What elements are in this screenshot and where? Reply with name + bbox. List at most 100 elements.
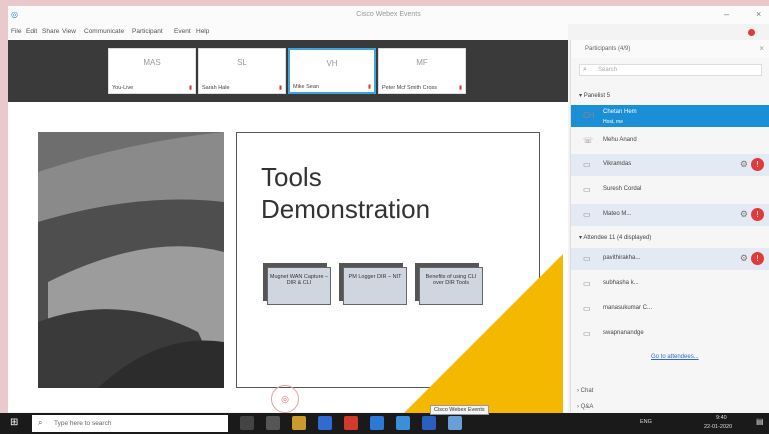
- windows-taskbar: ⊞ ⌕ Type here to search ENG 9:40 22-01-2…: [0, 413, 769, 434]
- participant-row[interactable]: ☏ Mehu Anand: [571, 130, 769, 152]
- slide-box: PM Logger DIR – NIT: [343, 267, 407, 305]
- attendee-row[interactable]: ▭ subhasha k...: [571, 273, 769, 295]
- attendee-row[interactable]: ▭ manasukumar C...: [571, 298, 769, 320]
- search-icon: ⌕: [583, 66, 587, 73]
- participant-row[interactable]: ▭ Suresh Cordal: [571, 179, 769, 201]
- minimize-icon[interactable]: –: [724, 9, 729, 19]
- slide-title-line2: Demonstration: [261, 194, 431, 224]
- video-icon: ▭: [583, 160, 591, 169]
- gear-icon[interactable]: ⚙: [740, 253, 748, 264]
- title-bar: ◎ Cisco Webex Events – ×: [8, 6, 769, 24]
- floating-control-icon[interactable]: ◎: [271, 385, 299, 413]
- windows-start-icon[interactable]: ⊞: [10, 417, 18, 428]
- content-stage: MAS You-Live ▮ SL Sarah Hale ▮ VH Mike S…: [8, 40, 568, 414]
- window-title: Cisco Webex Events: [356, 11, 421, 18]
- participant-name: manasukumar C...: [603, 305, 653, 311]
- raised-hand-icon[interactable]: !: [751, 252, 764, 265]
- task-view-icon[interactable]: [240, 416, 254, 430]
- tray-time[interactable]: 9:40: [716, 415, 727, 421]
- menu-bar: File Edit Share View Communicate Partici…: [8, 24, 568, 40]
- menu-participant[interactable]: Participant: [132, 28, 163, 35]
- browser-icon[interactable]: [344, 416, 358, 430]
- attendees-label: Attendee 11 (4 displayed): [583, 235, 652, 241]
- panelists-label: Panelist 5: [583, 93, 611, 99]
- participant-name: Vikramdas: [603, 161, 632, 167]
- tray-date[interactable]: 22-01-2020: [704, 424, 732, 430]
- raised-hand-icon[interactable]: !: [751, 158, 764, 171]
- participants-header: Participants (4/9) ×: [571, 40, 769, 58]
- search-icon: ⌕: [38, 418, 43, 427]
- tray-lang[interactable]: ENG: [640, 419, 652, 425]
- participants-panel: Participants (4/9) × ⌕ Search ▾ Panelist…: [570, 40, 769, 412]
- participants-title: Participants (4/9): [585, 46, 631, 52]
- menu-event[interactable]: Event: [174, 28, 191, 35]
- video-tile[interactable]: MAS You-Live ▮: [108, 48, 196, 94]
- slide-box: Mugnet WAN Capture – DIR & CLI: [267, 267, 331, 305]
- video-initials: MF: [416, 58, 428, 67]
- show-all-attendees-link[interactable]: Go to attendees...: [651, 354, 699, 360]
- slide-architecture-photo: [38, 132, 224, 388]
- gear-icon[interactable]: ⚙: [740, 159, 748, 170]
- taskbar-search[interactable]: ⌕ Type here to search: [32, 415, 228, 432]
- video-tile-active[interactable]: VH Mike Sean ▮: [288, 48, 376, 94]
- video-initials: VH: [326, 59, 338, 68]
- mail-icon[interactable]: [318, 416, 332, 430]
- webex-window: ◎ Cisco Webex Events – × File Edit Share…: [8, 6, 769, 414]
- panelists-section-label[interactable]: ▾ Panelist 5: [579, 92, 610, 99]
- video-icon: ▭: [583, 304, 591, 313]
- video-name: Mike Sean: [293, 84, 319, 90]
- slide-title: Tools Demonstration: [261, 161, 430, 225]
- avatar: CH: [583, 111, 595, 120]
- qa-panel-toggle[interactable]: › Q&A: [577, 404, 593, 410]
- taskbar-tooltip: Cisco Webex Events: [430, 405, 489, 415]
- video-icon: ▭: [583, 185, 591, 194]
- menu-help[interactable]: Help: [196, 28, 209, 35]
- video-name: You-Live: [112, 85, 134, 91]
- participant-row[interactable]: ▭ Mateo M... ⚙ !: [571, 204, 769, 226]
- attendees-section-label[interactable]: ▾ Attendee 11 (4 displayed): [579, 234, 651, 241]
- close-panel-icon[interactable]: ×: [759, 44, 764, 53]
- menu-edit[interactable]: Edit: [26, 28, 37, 35]
- menu-communicate[interactable]: Communicate: [84, 28, 124, 35]
- mic-icon: ▮: [188, 85, 192, 91]
- attendee-row[interactable]: ▭ pavithirakha... ⚙ !: [571, 248, 769, 270]
- webex-taskbar-icon[interactable]: [396, 416, 410, 430]
- participant-row[interactable]: ▭ Vikramdas ⚙ !: [571, 154, 769, 176]
- app-icon[interactable]: [448, 416, 462, 430]
- video-icon: ▭: [583, 329, 591, 338]
- chrome-icon[interactable]: [370, 416, 384, 430]
- participant-name: subhasha k...: [603, 280, 639, 286]
- participant-search-input[interactable]: ⌕ Search: [579, 64, 762, 76]
- slide-title-line1: Tools: [261, 162, 322, 192]
- participant-name: Mehu Anand: [603, 137, 637, 143]
- close-icon[interactable]: ×: [756, 9, 761, 19]
- video-icon: ▭: [583, 210, 591, 219]
- chat-label: Chat: [580, 388, 594, 394]
- outlook-icon[interactable]: [422, 416, 436, 430]
- menu-file[interactable]: File: [11, 28, 21, 35]
- notification-icon[interactable]: ▤: [756, 417, 764, 426]
- mic-icon: ▮: [458, 85, 462, 91]
- video-tile[interactable]: MF Peter Mcf Smith Cross ▮: [378, 48, 466, 94]
- search-placeholder: Search: [598, 67, 618, 73]
- menu-view[interactable]: View: [62, 28, 76, 35]
- participant-name: Chetan Hem: [603, 109, 637, 115]
- video-icon: ▭: [583, 279, 591, 288]
- raised-hand-icon[interactable]: !: [751, 208, 764, 221]
- video-icon: ▭: [583, 254, 591, 263]
- gear-icon[interactable]: ⚙: [740, 209, 748, 220]
- video-name: Sarah Hale: [202, 85, 230, 91]
- file-explorer-icon[interactable]: [292, 416, 306, 430]
- recording-indicator: [748, 29, 755, 36]
- chat-panel-toggle[interactable]: › Chat: [577, 388, 593, 394]
- video-tile[interactable]: SL Sarah Hale ▮: [198, 48, 286, 94]
- qa-label: Q&A: [580, 404, 594, 410]
- menu-share[interactable]: Share: [42, 28, 59, 35]
- attendee-row[interactable]: ▭ swapnanandge: [571, 323, 769, 345]
- participant-role: Host, me: [603, 119, 624, 125]
- participant-row-me[interactable]: CH Chetan Hem Host, me: [571, 105, 769, 127]
- video-initials: MAS: [143, 58, 161, 67]
- app-icon[interactable]: [266, 416, 280, 430]
- participant-name: swapnanandge: [603, 330, 644, 336]
- phone-icon: ☏: [583, 136, 594, 145]
